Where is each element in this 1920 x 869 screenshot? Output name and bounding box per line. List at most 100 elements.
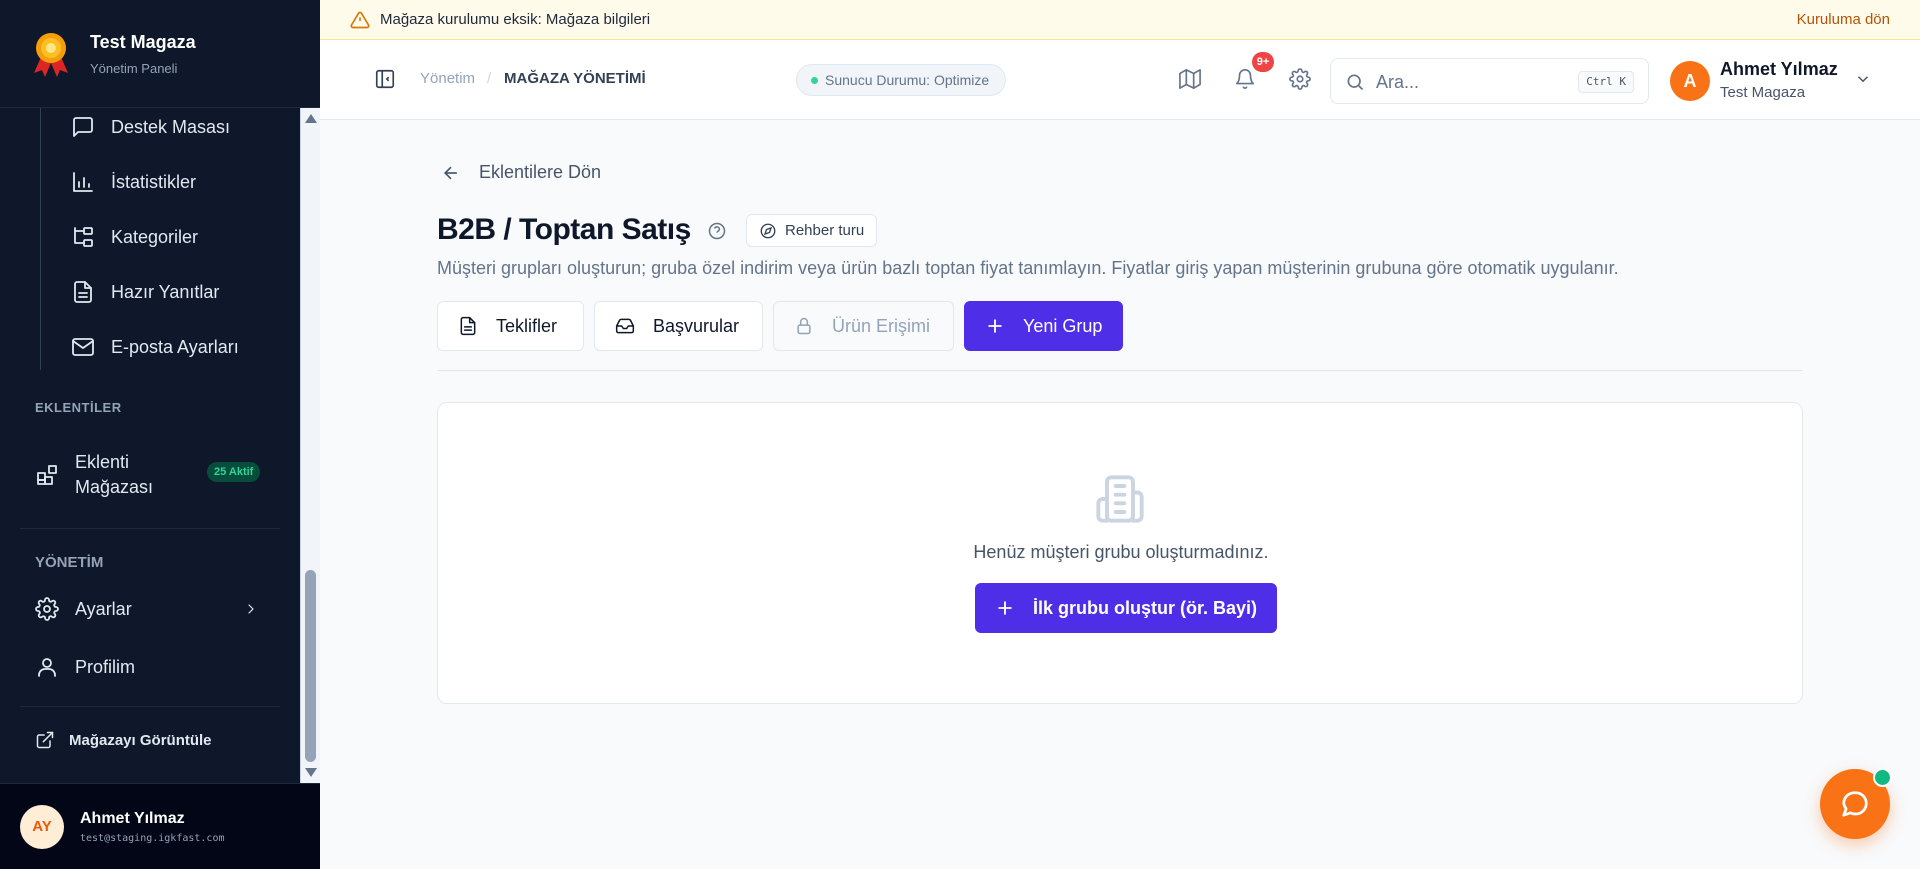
brand-header[interactable]: Test Magaza Yönetim Paneli (0, 0, 320, 108)
building-icon (1094, 473, 1146, 525)
settings-button[interactable] (1289, 68, 1313, 92)
sidebar-item-destek-masasi[interactable]: Destek Masası (71, 115, 230, 139)
plus-icon (988, 319, 1002, 333)
sidebar-item-label: Eklenti (75, 452, 130, 472)
notification-count-badge: 9+ (1252, 52, 1274, 72)
sidebar-item-profile[interactable]: Profilim (35, 655, 135, 679)
arrow-left-icon (443, 166, 457, 179)
user-name[interactable]: Ahmet Yılmaz (1720, 59, 1838, 80)
compass-icon (760, 223, 776, 239)
map-button[interactable] (1179, 68, 1203, 92)
banner-store-info-link[interactable]: Mağaza bilgileri (546, 11, 650, 28)
sidebar-item-label: Mağazası (75, 477, 154, 497)
sidebar-item-label: Ayarlar (75, 598, 132, 619)
search-shortcut-hint: Ctrl K (1578, 71, 1634, 93)
product-access-button-label: Ürün Erişimi (832, 315, 931, 336)
user-store-name: Test Magaza (1720, 84, 1806, 101)
brand-subtitle: Yönetim Paneli (90, 60, 178, 76)
section-label-plugins: EKLENTİLER (35, 400, 122, 415)
return-to-setup-link[interactable]: Kuruluma dön (1797, 11, 1890, 28)
create-first-group-label: İlk grubu oluştur (ör. Bayi) (1033, 598, 1258, 618)
sidebar-item-label: Destek Masası (111, 116, 231, 137)
chat-bubble-icon (1842, 791, 1868, 817)
top-header: Yönetim / MAĞAZA YÖNETİMİ Sunucu Durumu:… (320, 40, 1920, 120)
sidebar-item-label: Hazır Yanıtlar (111, 281, 220, 302)
page-description: Müşteri grupları oluşturun; gruba özel i… (437, 258, 1619, 278)
sidebar-item-label: İstatistikler (111, 171, 197, 192)
user-menu-toggle[interactable] (1854, 70, 1872, 88)
status-dot (811, 77, 818, 84)
sidebar-item-istatistikler[interactable]: İstatistikler (71, 170, 196, 194)
blocks-icon (37, 465, 57, 485)
gear-icon (35, 597, 59, 621)
scroll-thumb[interactable] (305, 570, 316, 762)
message-square-icon (73, 117, 93, 137)
inbox-icon (615, 318, 635, 334)
notifications-button[interactable] (1234, 68, 1258, 92)
sidebar-item-kategoriler[interactable]: Kategoriler (71, 225, 198, 249)
create-first-group-button[interactable]: İlk grubu oluştur (ör. Bayi) (975, 583, 1278, 633)
breadcrumb-separator: / (487, 70, 492, 87)
offers-button-label: Teklifler (496, 315, 558, 336)
sidebar: Test Magaza Yönetim Paneli Destek Masası… (0, 0, 320, 869)
gear-icon (1289, 68, 1311, 90)
bar-chart-icon (73, 172, 93, 192)
back-to-plugins-link[interactable]: Eklentilere Dön (441, 162, 601, 183)
banner-text: Mağaza kurulumu eksik: (380, 11, 542, 28)
page-title: B2B / Toptan Satış (437, 213, 691, 246)
setup-warning-banner: Mağaza kurulumu eksik: Mağaza bilgileri … (320, 0, 1920, 40)
lock-icon (797, 317, 811, 335)
user-avatar[interactable]: A (1670, 61, 1710, 101)
new-group-button[interactable]: Yeni Grup (964, 301, 1123, 351)
sidebar-divider (20, 528, 280, 529)
empty-state-message: Henüz müşteri grubu oluşturmadınız. (973, 542, 1269, 562)
view-store-label: Mağazayı Görüntüle (69, 731, 212, 749)
footer-user-name: Ahmet Yılmaz (80, 809, 185, 827)
server-status-badge: Sunucu Durumu: Optimize (796, 64, 1007, 96)
footer-user-email: test@staging.igkfast.com (80, 832, 225, 844)
product-access-button[interactable]: Ürün Erişimi (773, 301, 954, 351)
scroll-up-arrow[interactable] (305, 114, 317, 123)
chevron-right-icon (248, 604, 254, 614)
sidebar-divider (20, 706, 280, 707)
global-search[interactable]: Ctrl K (1330, 58, 1649, 104)
sidebar-toggle-button[interactable] (374, 68, 398, 92)
sidebar-item-eposta-ayarlari[interactable]: E-posta Ayarları (71, 335, 239, 359)
breadcrumb-current: MAĞAZA YÖNETİMİ (504, 70, 646, 87)
sidebar-item-label: E-posta Ayarları (111, 336, 239, 357)
warning-triangle-icon (350, 11, 370, 28)
content-divider (437, 370, 1803, 371)
server-status-text: Sunucu Durumu: Optimize (825, 72, 990, 88)
section-label-admin: YÖNETİM (35, 554, 104, 571)
sidebar-item-plugin-store[interactable]: Eklenti Mağazası (35, 450, 153, 500)
bell-icon (1235, 69, 1255, 89)
sidebar-item-label: Kategoriler (111, 226, 199, 247)
folder-tree-icon (74, 227, 93, 247)
user-icon (38, 658, 56, 677)
new-group-button-label: Yeni Grup (1023, 315, 1103, 336)
sidebar-user-footer[interactable]: AY Ahmet Yılmaz test@staging.igkfast.com (0, 783, 320, 869)
file-text-icon (460, 316, 476, 336)
search-input[interactable] (1376, 69, 1566, 95)
search-icon (1347, 74, 1364, 91)
sidebar-nav: Destek Masası İstatistikler Kategoriler … (0, 108, 300, 783)
view-store-link[interactable]: Mağazayı Görüntüle (35, 730, 212, 750)
empty-state-card: Henüz müşteri grubu oluşturmadınız. İlk … (437, 402, 1803, 704)
scroll-down-arrow[interactable] (305, 768, 317, 777)
mail-icon (72, 338, 94, 356)
guided-tour-button[interactable]: Rehber turu (746, 214, 878, 247)
sidebar-submenu: Destek Masası İstatistikler Kategoriler … (40, 108, 280, 370)
file-text-icon (74, 281, 92, 303)
sidebar-item-settings[interactable]: Ayarlar (35, 597, 265, 621)
sidebar-item-label: Profilim (75, 656, 136, 677)
award-icon (34, 32, 68, 77)
help-button[interactable] (707, 221, 727, 241)
plus-icon (998, 601, 1012, 615)
help-circle-icon (708, 222, 726, 240)
applications-button[interactable]: Başvurular (594, 301, 763, 351)
breadcrumb-yonetim[interactable]: Yönetim (420, 70, 475, 87)
sidebar-scrollbar[interactable] (300, 108, 320, 783)
offers-button[interactable]: Teklifler (437, 301, 584, 351)
active-plugins-badge: 25 Aktif (207, 462, 261, 482)
sidebar-item-hazir-yanitlar[interactable]: Hazır Yanıtlar (71, 280, 219, 304)
